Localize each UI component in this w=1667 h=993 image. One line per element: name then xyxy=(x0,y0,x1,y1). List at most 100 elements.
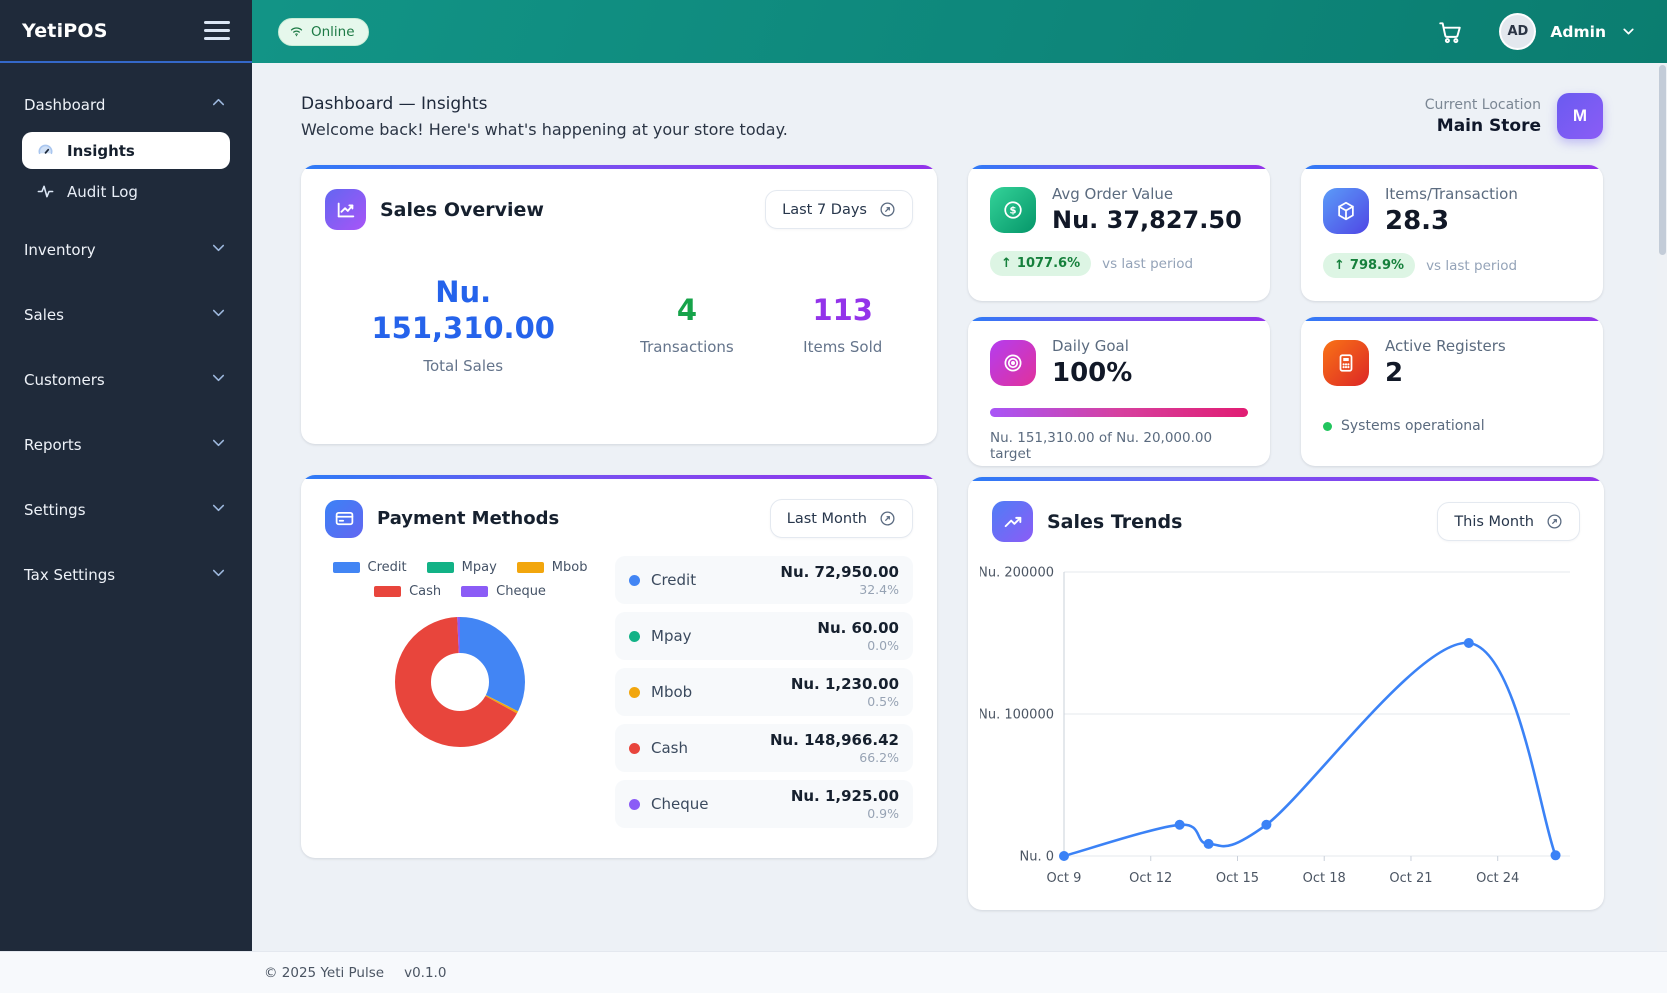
color-dot-icon xyxy=(629,631,640,642)
copyright-text: © 2025 Yeti Pulse xyxy=(264,965,384,981)
stat-label: Items Sold xyxy=(803,338,882,356)
svg-text:Nu. 200000: Nu. 200000 xyxy=(980,566,1054,581)
svg-text:$: $ xyxy=(1009,205,1016,216)
clock-arrow-icon xyxy=(879,201,896,218)
sales-overview-stats: Nu. 151,310.00Total Sales4Transactions11… xyxy=(301,274,937,375)
legend-label: Credit xyxy=(368,560,407,575)
legend-swatch xyxy=(427,562,454,573)
chevron-down-icon xyxy=(209,303,228,326)
chevron-up-icon xyxy=(209,93,228,116)
stat-value: 4 xyxy=(640,292,734,328)
kpi-header: Active Registers2 xyxy=(1323,337,1581,388)
trending-up-icon xyxy=(1002,511,1024,533)
user-name: Admin xyxy=(1550,23,1606,41)
kpi-card-items-transaction: Items/Transaction28.3↑798.9%vs last peri… xyxy=(1301,165,1603,301)
stat-value: 113 xyxy=(803,292,882,328)
payment-name: Mpay xyxy=(651,627,692,645)
arrow-up-icon: ↑ xyxy=(1001,256,1012,271)
gauge-icon xyxy=(36,141,55,160)
payment-amount: Nu. 1,230.00 xyxy=(791,675,899,693)
menu-toggle-button[interactable] xyxy=(204,21,230,40)
payment-amount: Nu. 72,950.00 xyxy=(780,563,899,581)
payment-row-cash: CashNu. 148,966.4266.2% xyxy=(615,724,913,772)
payment-methods-range-button[interactable]: Last Month xyxy=(770,499,913,538)
version-text: v0.1.0 xyxy=(404,965,446,981)
credit-card-icon xyxy=(334,508,355,529)
goal-progress-bar xyxy=(990,408,1248,417)
sidebar-item-reports[interactable]: Reports xyxy=(22,423,230,466)
clock-arrow-icon xyxy=(879,510,896,527)
sidebar-item-label: Reports xyxy=(24,436,82,454)
svg-text:Oct 12: Oct 12 xyxy=(1129,871,1172,886)
cart-button[interactable] xyxy=(1437,19,1463,45)
sales-trends-chart: Nu. 0Nu. 100000Nu. 200000Oct 9Oct 12Oct … xyxy=(980,556,1580,894)
status-dot-icon xyxy=(1323,422,1332,431)
color-dot-icon xyxy=(629,799,640,810)
sidebar-item-settings[interactable]: Settings xyxy=(22,488,230,531)
sidebar-item-inventory[interactable]: Inventory xyxy=(22,228,230,271)
legend-label: Cash xyxy=(409,584,441,599)
sales-trends-range-button[interactable]: This Month xyxy=(1437,502,1580,541)
sidebar-item-sales[interactable]: Sales xyxy=(22,293,230,336)
stat-items-sold: 113 Items Sold xyxy=(803,292,882,356)
sidebar-item-dashboard[interactable]: Dashboard xyxy=(22,83,230,126)
svg-text:Oct 24: Oct 24 xyxy=(1476,871,1519,886)
svg-text:Oct 9: Oct 9 xyxy=(1047,871,1082,886)
svg-text:Oct 21: Oct 21 xyxy=(1389,871,1432,886)
store-switcher-button[interactable]: M xyxy=(1557,93,1603,139)
kpi-note: vs last period xyxy=(1426,258,1517,274)
payment-amount: Nu. 60.00 xyxy=(817,619,899,637)
payment-methods-list: CreditNu. 72,950.0032.4%MpayNu. 60.000.0… xyxy=(615,556,913,836)
kpi-value: 100% xyxy=(1052,358,1132,388)
sidebar-subnav: Insights Audit Log xyxy=(22,132,230,210)
payment-row-cheque: ChequeNu. 1,925.000.9% xyxy=(615,780,913,828)
chevron-down-icon xyxy=(209,368,228,387)
legend-item-mpay: Mpay xyxy=(427,560,497,575)
sidebar-header: YetiPOS xyxy=(0,0,252,63)
sidebar-nav: Dashboard Insights Audit Log Inventory Sales… xyxy=(0,63,252,638)
payment-methods-title: Payment Methods xyxy=(377,508,559,529)
sidebar-item-insights[interactable]: Insights xyxy=(22,132,230,169)
sidebar-item-tax-settings[interactable]: Tax Settings xyxy=(22,553,230,596)
sidebar-item-label: Audit Log xyxy=(67,183,138,201)
system-status: Systems operational xyxy=(1323,418,1581,434)
sidebar-item-audit-log[interactable]: Audit Log xyxy=(22,173,230,210)
arrow-up-icon: ↑ xyxy=(1334,258,1345,273)
cart-icon xyxy=(1437,19,1463,45)
kpi-title: Avg Order Value xyxy=(1052,185,1242,203)
payment-name: Cheque xyxy=(651,795,708,813)
scrollbar-thumb[interactable] xyxy=(1659,65,1666,255)
chevron-down-icon xyxy=(209,433,228,456)
avatar[interactable]: AD xyxy=(1499,13,1536,50)
color-dot-icon xyxy=(629,575,640,586)
chevron-down-icon[interactable] xyxy=(1620,23,1637,40)
header-actions: AD Admin xyxy=(1437,13,1637,50)
activity-icon xyxy=(36,182,55,201)
payment-name: Credit xyxy=(651,571,696,589)
main-content: Dashboard — Insights Welcome back! Here'… xyxy=(252,63,1667,951)
trend-badge-value: 798.9% xyxy=(1350,258,1404,273)
payment-percent: 0.5% xyxy=(791,694,899,709)
payment-methods-card: Payment Methods Last Month CreditMpayMbo… xyxy=(301,475,937,858)
legend-item-cash: Cash xyxy=(374,584,441,599)
page-subtitle: Welcome back! Here's what's happening at… xyxy=(301,120,788,139)
chevron-down-icon xyxy=(209,303,228,322)
sidebar: YetiPOS Dashboard Insights Audit Log Invent… xyxy=(0,0,252,951)
wifi-icon xyxy=(289,24,304,39)
sidebar-item-label: Insights xyxy=(67,142,135,160)
color-dot-icon xyxy=(629,743,640,754)
legend-label: Mpay xyxy=(462,560,497,575)
kpi-title: Active Registers xyxy=(1385,337,1506,355)
scrollbar-track[interactable] xyxy=(1657,63,1667,951)
sidebar-item-label: Dashboard xyxy=(24,96,105,114)
kpi-header: Daily Goal100% xyxy=(990,337,1248,388)
dollar-circle-icon: $ xyxy=(990,187,1036,233)
kpi-title: Items/Transaction xyxy=(1385,185,1518,203)
sidebar-item-customers[interactable]: Customers xyxy=(22,358,230,401)
legend-swatch xyxy=(517,562,544,573)
svg-text:Oct 15: Oct 15 xyxy=(1216,871,1259,886)
sales-overview-range-button[interactable]: Last 7 Days xyxy=(765,190,913,229)
kpi-grid: $Avg Order ValueNu. 37,827.50↑1077.6%vs … xyxy=(968,165,1604,466)
payment-percent: 0.0% xyxy=(817,638,899,653)
chart-line-icon xyxy=(335,199,357,221)
